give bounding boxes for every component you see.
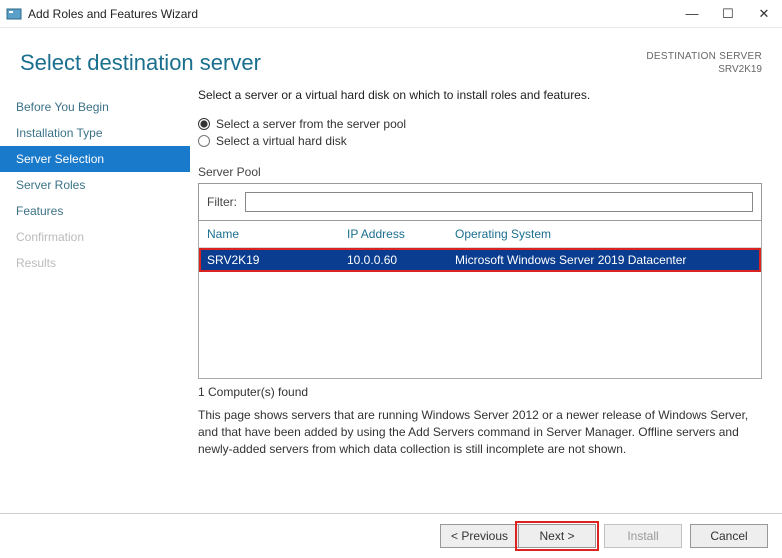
- radio-vhd[interactable]: Select a virtual hard disk: [198, 134, 762, 148]
- destination-label: DESTINATION SERVER: [646, 50, 762, 63]
- destination-value: SRV2K19: [646, 63, 762, 76]
- footer: < Previous Next > Install Cancel: [0, 513, 782, 558]
- step-server-roles[interactable]: Server Roles: [0, 172, 190, 198]
- step-before-you-begin[interactable]: Before You Begin: [0, 94, 190, 120]
- next-button[interactable]: Next >: [518, 524, 596, 548]
- window-controls: ― ☐ ✕: [674, 0, 782, 28]
- step-results: Results: [0, 250, 190, 276]
- cell-name: SRV2K19: [207, 253, 347, 267]
- note-text: This page shows servers that are running…: [198, 407, 762, 457]
- step-features[interactable]: Features: [0, 198, 190, 224]
- wizard-steps: Before You Begin Installation Type Serve…: [0, 88, 190, 513]
- app-icon: [6, 6, 22, 22]
- col-ip-header[interactable]: IP Address: [347, 227, 455, 241]
- page-header: Select destination server DESTINATION SE…: [0, 28, 782, 88]
- maximize-button[interactable]: ☐: [710, 0, 746, 28]
- server-pool-label: Server Pool: [198, 165, 762, 179]
- col-os-header[interactable]: Operating System: [455, 227, 753, 241]
- found-count: 1 Computer(s) found: [198, 385, 762, 399]
- col-name-header[interactable]: Name: [207, 227, 347, 241]
- step-server-selection[interactable]: Server Selection: [0, 146, 190, 172]
- previous-button[interactable]: < Previous: [440, 524, 518, 548]
- filter-input[interactable]: [245, 192, 753, 212]
- step-installation-type[interactable]: Installation Type: [0, 120, 190, 146]
- radio-vhd-label: Select a virtual hard disk: [216, 134, 347, 148]
- cancel-button[interactable]: Cancel: [690, 524, 768, 548]
- cell-ip: 10.0.0.60: [347, 253, 455, 267]
- step-confirmation: Confirmation: [0, 224, 190, 250]
- radio-server-pool-input[interactable]: [198, 118, 210, 130]
- window-title: Add Roles and Features Wizard: [28, 7, 674, 21]
- close-button[interactable]: ✕: [746, 0, 782, 28]
- destination-info: DESTINATION SERVER SRV2K19: [646, 50, 762, 76]
- grid-body: SRV2K19 10.0.0.60 Microsoft Windows Serv…: [199, 248, 761, 378]
- grid-header: Name IP Address Operating System: [199, 221, 761, 248]
- radio-vhd-input[interactable]: [198, 135, 210, 147]
- filter-label: Filter:: [207, 195, 237, 209]
- radio-server-pool-label: Select a server from the server pool: [216, 117, 406, 131]
- table-row[interactable]: SRV2K19 10.0.0.60 Microsoft Windows Serv…: [199, 248, 761, 272]
- radio-server-pool[interactable]: Select a server from the server pool: [198, 117, 762, 131]
- titlebar: Add Roles and Features Wizard ― ☐ ✕: [0, 0, 782, 28]
- install-button: Install: [604, 524, 682, 548]
- cell-os: Microsoft Windows Server 2019 Datacenter: [455, 253, 753, 267]
- minimize-button[interactable]: ―: [674, 0, 710, 28]
- intro-text: Select a server or a virtual hard disk o…: [198, 88, 762, 102]
- server-grid: Name IP Address Operating System SRV2K19…: [198, 221, 762, 379]
- content-pane: Select a server or a virtual hard disk o…: [190, 88, 782, 513]
- page-title: Select destination server: [20, 50, 261, 76]
- filter-box: Filter:: [198, 183, 762, 221]
